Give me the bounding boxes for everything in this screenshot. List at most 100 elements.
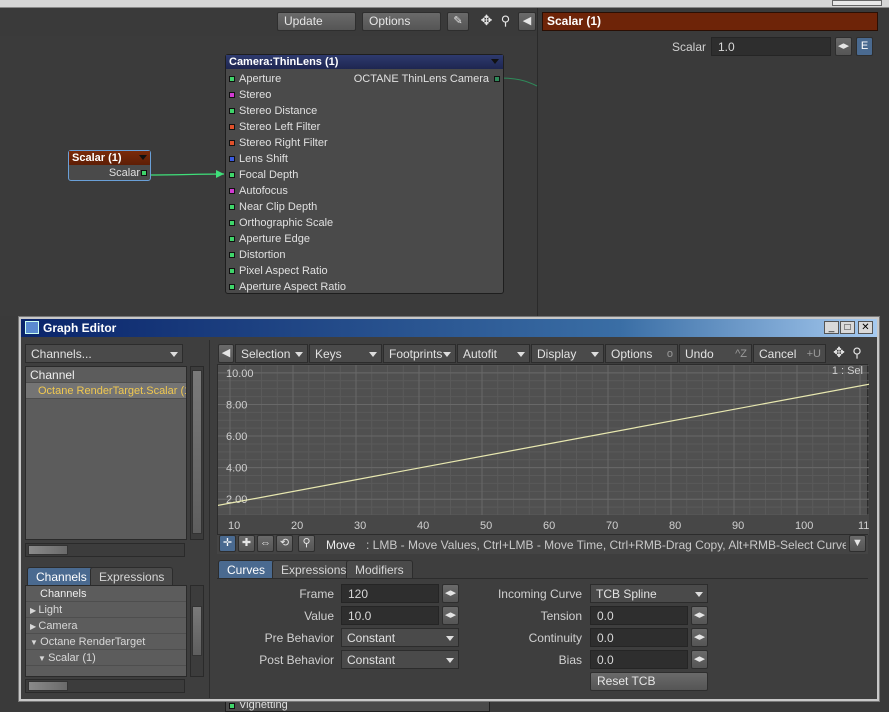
input-label: Stereo Distance [239,105,318,117]
scroll-thumb[interactable] [28,545,68,555]
scalar-output-port[interactable] [141,170,147,176]
scalar-node-title[interactable]: Scalar (1) [69,151,150,165]
input-port[interactable] [229,172,235,178]
scroll-thumb[interactable] [192,370,202,534]
input-port[interactable] [229,124,235,130]
input-label: Orthographic Scale [239,217,334,229]
tab-expressions-left[interactable]: Expressions [90,567,174,585]
continuity-field[interactable]: 0.0 [590,628,688,647]
input-port[interactable] [229,252,235,258]
post-behavior-select[interactable]: Constant [341,650,459,669]
input-port[interactable] [229,268,235,274]
cancel-button[interactable]: Cancel +U [753,344,826,363]
port-vignetting[interactable] [229,703,235,709]
chevron-down-icon [695,592,703,597]
minimize-button[interactable]: _ [824,321,839,334]
tension-stepper[interactable]: ◂▸ [691,606,708,625]
continuity-stepper[interactable]: ◂▸ [691,628,708,647]
post-behavior-label: Post Behavior [259,653,334,667]
channel-tree-vscroll[interactable] [190,585,204,677]
camera-input-row: Lens Shift [226,151,503,167]
scalar-node[interactable]: Scalar (1) Scalar [68,150,151,181]
tab-expressions[interactable]: Expressions [272,560,356,578]
options-toolbar-button[interactable]: Options o [605,344,678,363]
y-tick-label: 6.00 [226,431,247,443]
toolbar-collapse-icon[interactable]: ◀ [218,344,234,363]
channel-item-selected[interactable]: Octane RenderTarget.Scalar (1) [26,383,186,399]
footprints-menu[interactable]: Footprints [383,344,456,363]
input-label: Pixel Aspect Ratio [239,265,328,277]
channel-tree-hscroll[interactable] [25,679,185,693]
display-menu[interactable]: Display [531,344,604,363]
stretch-tool-icon[interactable]: ⇔ [257,535,274,552]
keys-menu[interactable]: Keys [309,344,382,363]
value-stepper[interactable]: ◂▸ [442,606,459,625]
input-port[interactable] [229,140,235,146]
autofit-menu[interactable]: Autofit [457,344,530,363]
tree-item-octane-rendertarget[interactable]: ▼ Octane RenderTarget [26,634,186,650]
scroll-thumb[interactable] [28,681,68,691]
reset-tcb-button[interactable]: Reset TCB [590,672,708,691]
status-dropdown-icon[interactable]: ▼ [849,535,866,552]
move-tool-icon[interactable]: ✛ [219,535,236,552]
camera-input-row: Aperture Aspect Ratio [226,279,503,295]
camera-input-row: Aperture [226,71,503,87]
tab-curves[interactable]: Curves [218,560,275,578]
expand-down-icon: ▼ [38,654,49,663]
input-port[interactable] [229,108,235,114]
tree-item-scalar[interactable]: ▼ Scalar (1) [26,650,186,666]
graph-editor-titlebar[interactable]: Graph Editor [21,319,877,337]
curve-graph[interactable]: 10.008.006.004.002.0010 20 30 40 50 60 70 80 90 1… [218,365,869,535]
selection-menu[interactable]: Selection [235,344,308,363]
tension-field[interactable]: 0.0 [590,606,688,625]
camera-output-wire [499,77,538,87]
maximize-button[interactable]: □ [840,321,855,334]
tree-item-light[interactable]: ▶ Light [26,602,186,618]
input-port[interactable] [229,284,235,290]
input-port[interactable] [229,92,235,98]
close-button[interactable]: ✕ [858,321,873,334]
channel-tree[interactable]: Channels ▶ Light ▶ Camera ▼ Octane Rende… [25,585,187,677]
channel-bin-vscroll[interactable] [190,366,204,540]
input-label: Aperture [239,73,282,85]
undo-button[interactable]: Undo ^Z [679,344,752,363]
input-port[interactable] [229,188,235,194]
frame-field[interactable]: 120 [341,584,439,603]
cancel-shortcut: +U [806,348,821,360]
camera-input-row: Orthographic Scale [226,215,503,231]
input-port[interactable] [229,236,235,242]
frame-stepper[interactable]: ◂▸ [442,584,459,603]
channels-dropdown[interactable]: Channels... [25,344,183,363]
add-key-tool-icon[interactable]: ✚ [238,535,255,552]
channel-bin[interactable]: Channel Octane RenderTarget.Scalar (1) [25,366,187,540]
channel-bin-hscroll[interactable] [25,543,185,557]
chevron-down-icon [591,352,599,357]
bias-stepper[interactable]: ◂▸ [691,650,708,669]
pre-behavior-select[interactable]: Constant [341,628,459,647]
scroll-thumb[interactable] [192,606,202,656]
camera-node[interactable]: Camera:ThinLens (1) OCTANE ThinLens Came… [225,54,504,294]
chevron-down-icon [295,352,303,357]
input-port[interactable] [229,156,235,162]
node-menu-icon[interactable] [139,155,147,160]
node-menu-icon[interactable] [491,59,499,64]
graph-pan-icon[interactable]: ✥ [831,344,847,363]
tree-item-camera[interactable]: ▶ Camera [26,618,186,634]
tab-channels[interactable]: Channels [27,567,96,585]
autofit-menu-label: Autofit [463,347,498,361]
input-port[interactable] [229,220,235,226]
input-label: Autofocus [239,185,288,197]
tab-modifiers[interactable]: Modifiers [346,560,413,578]
scalar-to-focal-depth-wire [146,173,225,176]
input-port[interactable] [229,204,235,210]
zoom-tool-icon[interactable]: ⚲ [298,535,315,552]
graph-zoom-icon[interactable]: ⚲ [849,344,865,363]
value-field[interactable]: 10.0 [341,606,439,625]
input-port[interactable] [229,76,235,82]
bias-field[interactable]: 0.0 [590,650,688,669]
camera-node-title[interactable]: Camera:ThinLens (1) [226,55,503,69]
roll-tool-icon[interactable]: ⟲ [276,535,293,552]
y-tick-label: 8.00 [226,399,247,411]
graph-canvas[interactable]: 10.00 8.00 6.00 4.00 2.00 10 20 30 40 50 60 70 80 90 1… [217,364,869,535]
incoming-curve-select[interactable]: TCB Spline [590,584,708,603]
